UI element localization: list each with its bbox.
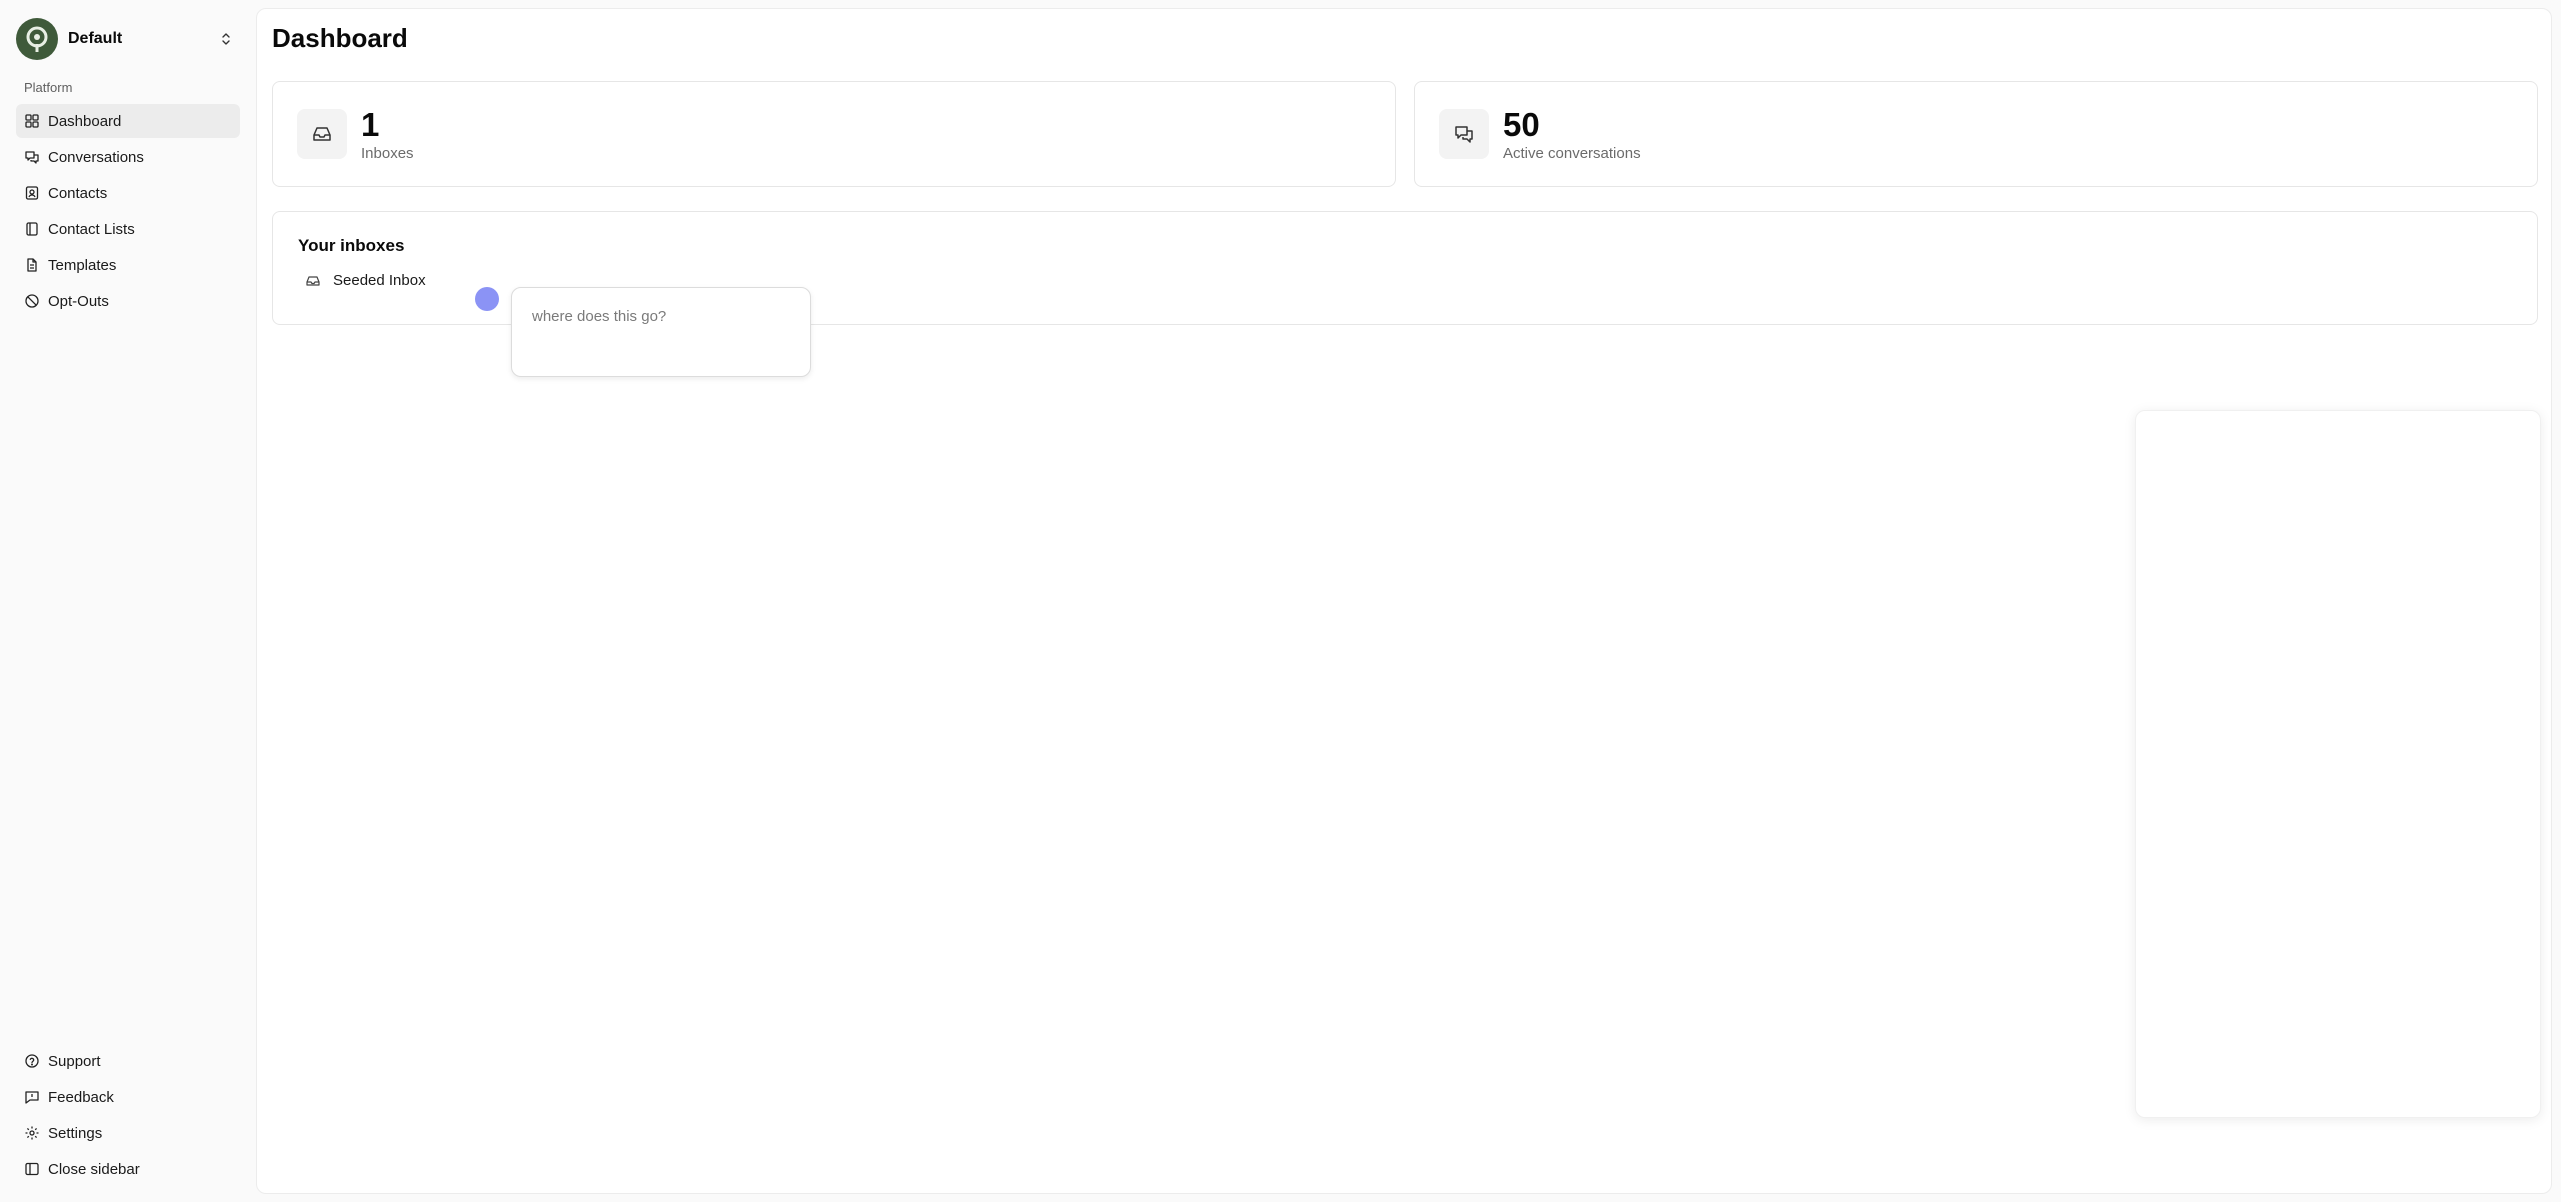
sidebar-item-conversations[interactable]: Conversations: [16, 140, 240, 174]
stat-value: 1: [361, 106, 380, 143]
page-title: Dashboard: [272, 23, 408, 53]
stat-value: 50: [1503, 106, 1540, 143]
sidebar-item-support[interactable]: Support: [16, 1044, 240, 1078]
floating-panel: [2135, 410, 2541, 1118]
chat-bubbles-icon: [25, 151, 39, 164]
sidebar-item-close-sidebar[interactable]: Close sidebar: [16, 1152, 240, 1186]
sidebar-item-contact-lists[interactable]: Contact Lists: [16, 212, 240, 246]
inbox-icon: [297, 109, 347, 159]
stat-card-active-conversations: 50 Active conversations: [1414, 81, 2538, 187]
contact-book-icon: [25, 186, 39, 200]
comment-popover: [511, 287, 811, 377]
sidebar-item-label: Conversations: [48, 148, 144, 166]
stat-label: Active conversations: [1503, 145, 1641, 162]
message-square-icon: [25, 1091, 39, 1104]
stat-label: Inboxes: [361, 145, 414, 162]
sidebar-footer-nav: Support Feedback Settings Close sidebar: [16, 1044, 240, 1188]
org-logo-icon: [16, 18, 58, 60]
section-label-platform: Platform: [24, 80, 73, 95]
sidebar-item-label: Templates: [48, 256, 117, 274]
grid-icon: [25, 114, 39, 128]
sidebar-item-contacts[interactable]: Contacts: [16, 176, 240, 210]
sidebar: Default Platform Dashboard Conversations…: [0, 0, 255, 1202]
panel-left-icon: [25, 1162, 39, 1176]
sidebar-item-label: Close sidebar: [48, 1160, 140, 1178]
sidebar-item-opt-outs[interactable]: Opt-Outs: [16, 284, 240, 318]
notebook-icon: [26, 222, 38, 236]
org-switcher[interactable]: Default: [16, 16, 238, 62]
stat-card-inboxes: 1 Inboxes: [272, 81, 1396, 187]
sidebar-item-label: Contact Lists: [48, 220, 135, 238]
comment-input[interactable]: [512, 288, 810, 376]
inbox-link-seeded-inbox[interactable]: Seeded Inbox: [305, 272, 426, 289]
sidebar-item-label: Settings: [48, 1124, 103, 1142]
inboxes-card-title: Your inboxes: [298, 236, 405, 255]
org-name: Default: [68, 30, 123, 47]
inbox-label: Seeded Inbox: [333, 272, 426, 289]
sidebar-item-label: Feedback: [48, 1088, 114, 1106]
sidebar-item-settings[interactable]: Settings: [16, 1116, 240, 1150]
sidebar-item-label: Support: [48, 1052, 101, 1070]
sidebar-item-feedback[interactable]: Feedback: [16, 1080, 240, 1114]
file-text-icon: [27, 258, 37, 272]
sidebar-item-label: Dashboard: [48, 112, 122, 130]
ban-icon: [25, 294, 39, 308]
chevrons-up-down-icon: [222, 33, 230, 45]
sidebar-item-templates[interactable]: Templates: [16, 248, 240, 282]
chat-bubbles-icon: [1439, 109, 1489, 159]
gear-icon: [25, 1126, 39, 1140]
comment-marker[interactable]: [475, 287, 499, 311]
sidebar-item-label: Contacts: [48, 184, 108, 202]
inbox-icon: [306, 275, 320, 286]
sidebar-nav: Dashboard Conversations Contacts Contact…: [16, 104, 240, 320]
sidebar-item-label: Opt-Outs: [48, 292, 109, 310]
help-circle-icon: [25, 1054, 39, 1068]
sidebar-item-dashboard[interactable]: Dashboard: [16, 104, 240, 138]
